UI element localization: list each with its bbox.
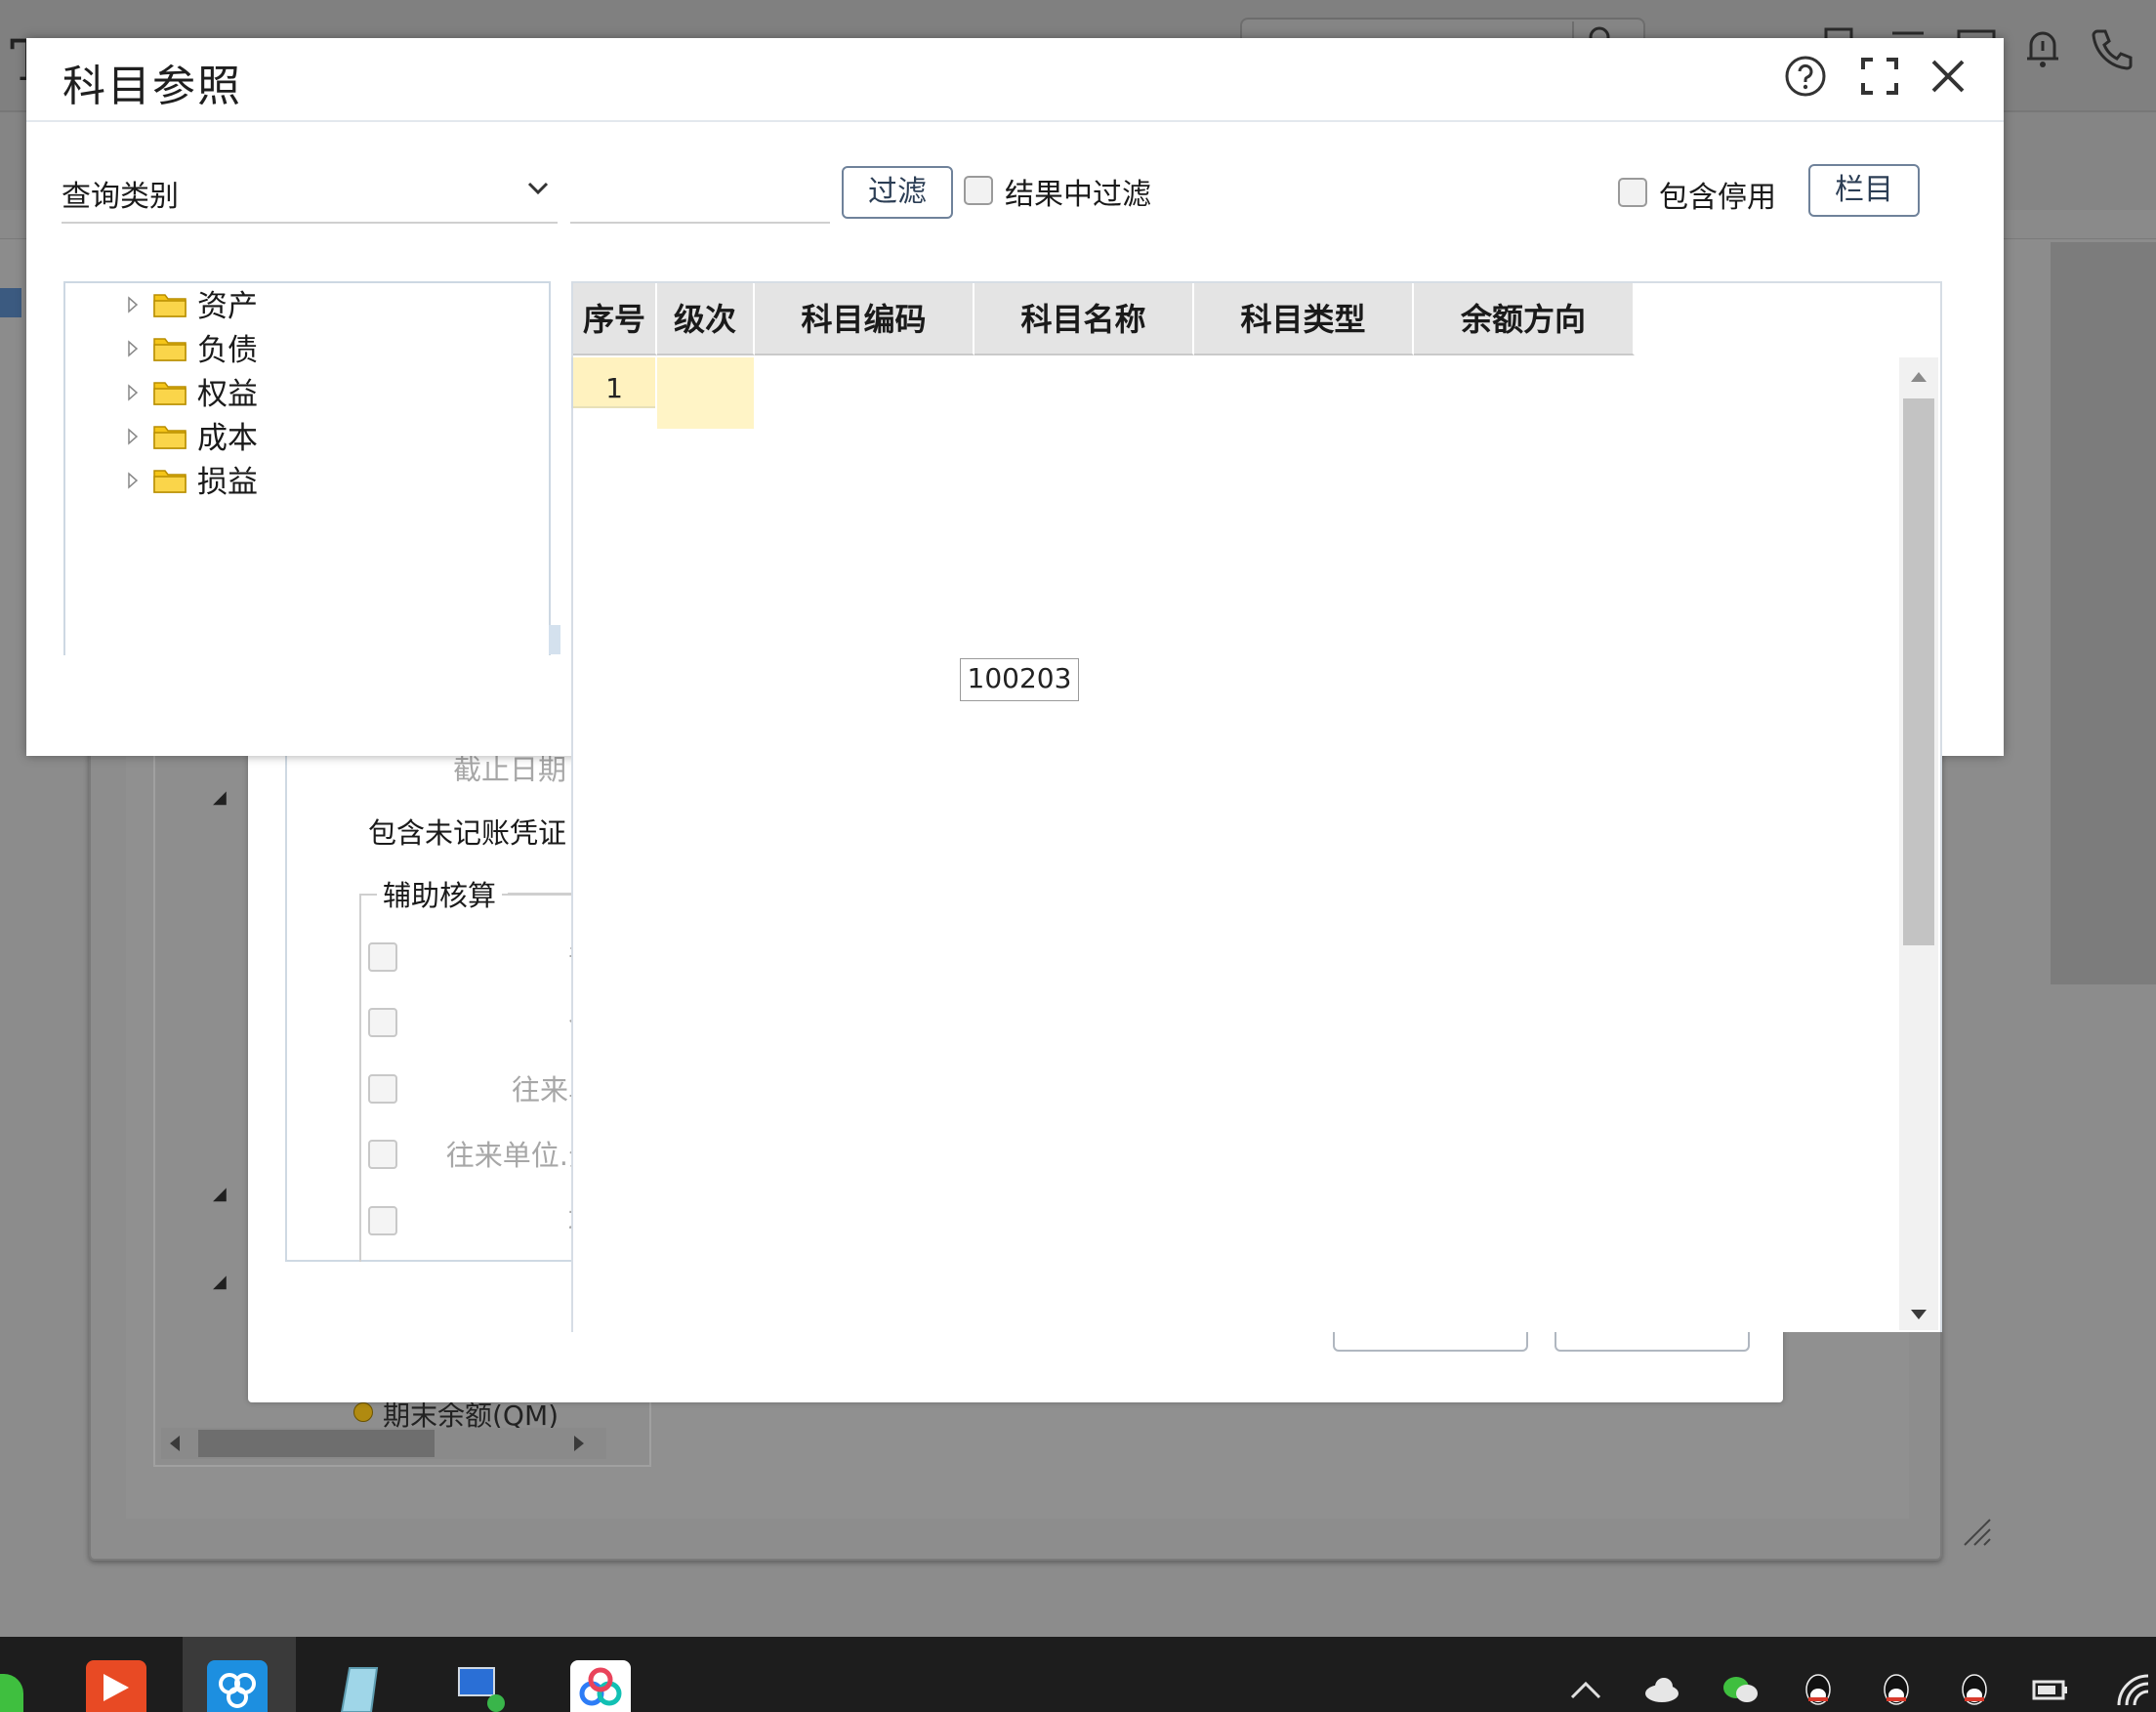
tree-pane-edge (549, 625, 560, 654)
column-header-name[interactable]: 科目名称 (974, 283, 1194, 355)
maximize-icon[interactable] (1857, 54, 1902, 99)
scroll-up-icon[interactable] (1908, 369, 1929, 385)
account-category-tree (63, 281, 551, 655)
close-icon[interactable] (1926, 54, 1970, 99)
background-side-panel (2051, 242, 2156, 984)
battery-icon[interactable] (2031, 1672, 2070, 1707)
qq-icon[interactable] (1799, 1672, 1838, 1707)
tree-item-label: 负债 (197, 333, 258, 368)
filter-in-results-label: 结果中过滤 (1005, 178, 1151, 212)
tree-item-label: 损益 (197, 465, 258, 500)
tree-collapsed-arrow-icon[interactable] (127, 296, 139, 313)
column-header-index[interactable]: 序号 (573, 283, 657, 355)
column-header-direction[interactable]: 余额方向 (1414, 283, 1635, 355)
folder-icon (153, 338, 187, 361)
column-header-type[interactable]: 科目类型 (1194, 283, 1414, 355)
aux-partner-checkbox[interactable] (368, 1074, 397, 1104)
include-unposted-label: 包含未记账凭证 (367, 816, 566, 850)
scroll-thumb[interactable] (1903, 398, 1934, 945)
wifi-icon[interactable] (2113, 1672, 2156, 1707)
app-media-icon[interactable] (86, 1660, 146, 1712)
tree-expand-icon[interactable]: ◢ (213, 787, 228, 808)
tree-expand-icon[interactable]: ◢ (213, 1272, 228, 1292)
aux-project-checkbox[interactable] (368, 1206, 397, 1235)
help-icon[interactable] (1783, 54, 1828, 99)
folder-icon (153, 470, 187, 493)
bell-icon[interactable] (2017, 23, 2068, 74)
notepad-icon[interactable] (328, 1660, 389, 1712)
row-level-cell[interactable] (657, 357, 754, 429)
remote-desktop-icon[interactable] (451, 1660, 512, 1712)
app-clover-icon[interactable] (207, 1660, 268, 1712)
tree-expand-icon[interactable]: ◢ (213, 1184, 228, 1204)
filter-button[interactable]: 过滤 (842, 166, 953, 219)
cancel-button[interactable] (1555, 1330, 1750, 1352)
folder-icon (153, 382, 187, 405)
save-icon[interactable] (0, 288, 21, 317)
qq-icon[interactable] (1877, 1672, 1916, 1707)
qq-icon[interactable] (1955, 1672, 1994, 1707)
tree-item-label: 成本 (197, 421, 258, 456)
columns-button[interactable]: 栏目 (1808, 164, 1920, 217)
scroll-down-icon[interactable] (1908, 1307, 1929, 1322)
confirm-button[interactable] (1333, 1330, 1528, 1352)
chevron-down-icon[interactable] (525, 179, 551, 198)
column-header-code[interactable]: 科目编码 (755, 283, 974, 355)
code-tooltip: 100203 (960, 658, 1079, 701)
tree-collapsed-arrow-icon[interactable] (127, 384, 139, 401)
include-disabled-label: 包含停用 (1659, 181, 1776, 215)
dialog-title: 科目参照 (62, 62, 242, 111)
dialog-title-bar (26, 38, 2004, 122)
tree-item-label: 权益 (197, 377, 258, 412)
aux-person-checkbox[interactable] (368, 1008, 397, 1037)
query-category-label: 查询类别 (62, 180, 179, 214)
scroll-left-icon[interactable] (168, 1434, 182, 1453)
filter-in-results-checkbox[interactable] (964, 176, 993, 205)
resize-grip-icon[interactable] (1961, 1516, 1994, 1549)
account-grid (571, 281, 1942, 1332)
tree-item-label: 资产 (197, 289, 258, 324)
tree-collapsed-arrow-icon[interactable] (127, 472, 139, 489)
column-header-level[interactable]: 级次 (657, 283, 755, 355)
include-disabled-checkbox[interactable] (1618, 178, 1647, 207)
tree-collapsed-arrow-icon[interactable] (127, 428, 139, 445)
balance-node-icon (353, 1402, 373, 1422)
wechat-icon[interactable] (1721, 1672, 1760, 1707)
tree-collapsed-arrow-icon[interactable] (127, 340, 139, 357)
baidu-netdisk-icon[interactable] (570, 1660, 631, 1712)
aux-accounting-legend: 辅助核算 (377, 873, 503, 914)
phone-icon[interactable] (2086, 23, 2136, 74)
folder-icon (153, 294, 187, 317)
aux-department-checkbox[interactable] (368, 942, 397, 972)
scroll-thumb[interactable] (198, 1430, 435, 1457)
filter-text-input[interactable] (570, 163, 830, 224)
scroll-right-icon[interactable] (572, 1434, 586, 1453)
folder-icon (153, 426, 187, 449)
chevron-up-icon[interactable] (1566, 1672, 1605, 1707)
aux-partner-category-checkbox[interactable] (368, 1140, 397, 1169)
cloud-icon[interactable] (1642, 1672, 1681, 1707)
row-index-cell[interactable]: 1 (573, 357, 655, 408)
